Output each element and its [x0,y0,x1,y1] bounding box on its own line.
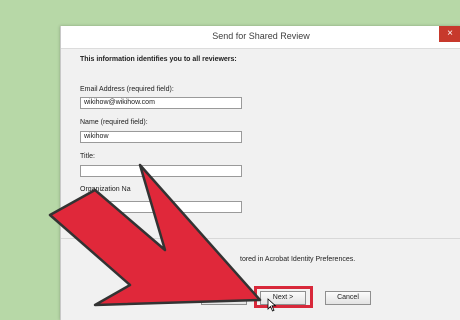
red-pointer-arrow-icon [48,163,262,307]
